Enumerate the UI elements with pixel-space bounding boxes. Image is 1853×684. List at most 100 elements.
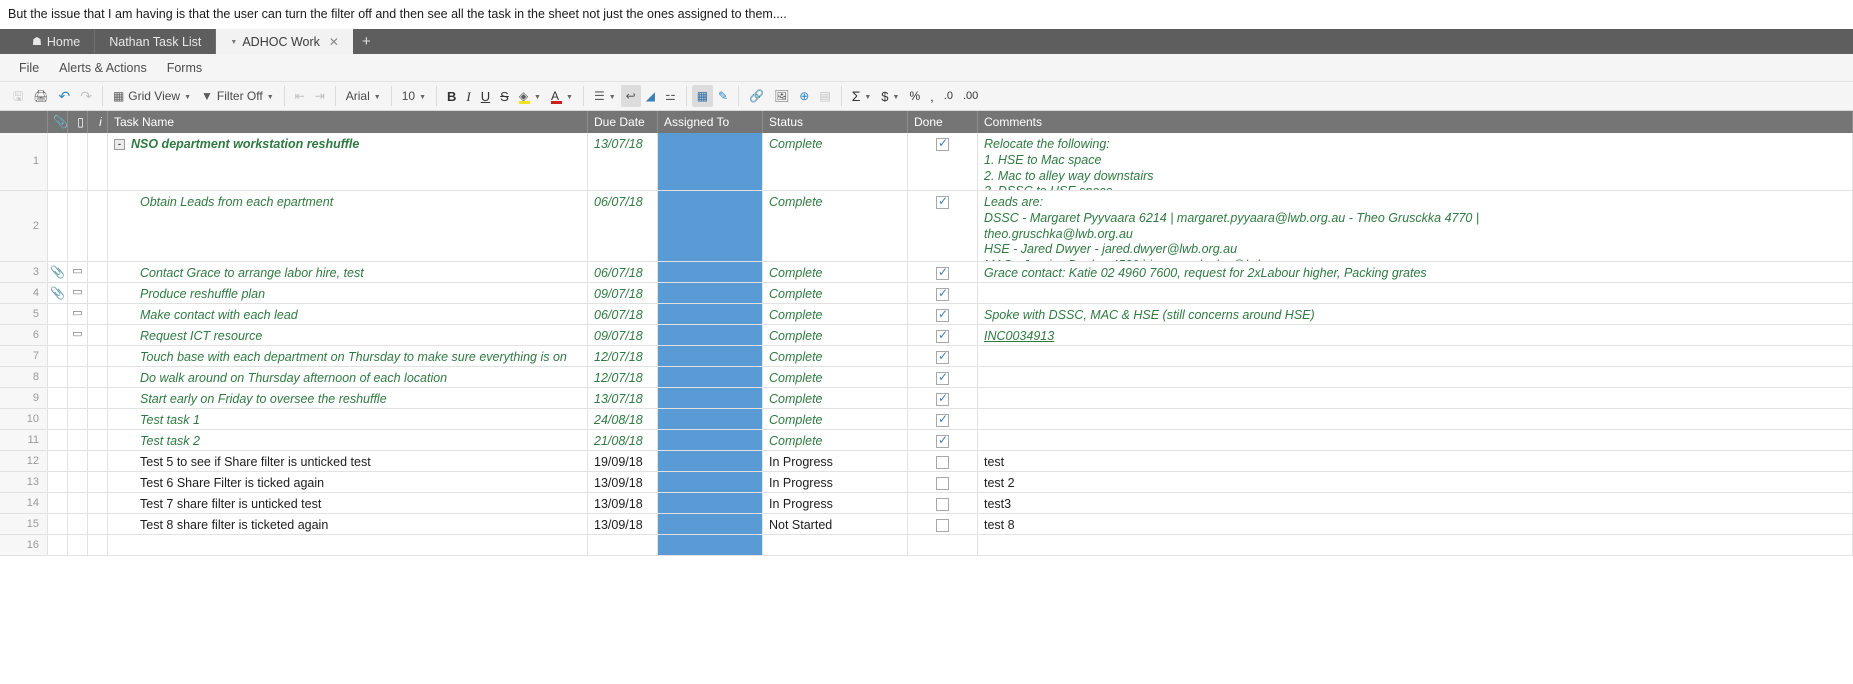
done-cell[interactable] — [908, 304, 978, 325]
row-attachment-cell[interactable]: 📎 — [48, 283, 68, 304]
underline-button[interactable]: U — [476, 85, 495, 107]
tab-home[interactable]: ☗ Home — [20, 29, 96, 55]
due-date-cell[interactable]: 13/09/18 — [588, 514, 658, 535]
assigned-to-cell[interactable] — [658, 409, 763, 430]
row-attachment-cell[interactable] — [48, 133, 68, 191]
comments-cell[interactable]: Spoke with DSSC, MAC & HSE (still concer… — [978, 304, 1853, 325]
align-dropdown[interactable]: ☰ ▼ — [589, 85, 621, 107]
row-info-cell[interactable] — [88, 493, 108, 514]
clear-format-button[interactable]: ◢ — [641, 85, 660, 107]
task-name-cell[interactable]: Do walk around on Thursday afternoon of … — [108, 367, 588, 388]
done-cell[interactable] — [908, 409, 978, 430]
highlighter-button[interactable]: ✎ — [713, 85, 733, 107]
due-date-cell[interactable]: 19/09/18 — [588, 451, 658, 472]
done-checkbox[interactable] — [936, 519, 949, 533]
done-cell[interactable] — [908, 346, 978, 367]
task-name-cell[interactable]: Test 8 share filter is ticketed again — [108, 514, 588, 535]
collapse-toggle-icon[interactable]: - — [114, 139, 125, 151]
row-number[interactable]: 7 — [0, 346, 48, 367]
font-size-dropdown[interactable]: 10 ▼ — [397, 85, 431, 107]
done-checkbox[interactable] — [936, 194, 949, 210]
task-name-cell[interactable]: Test 5 to see if Share filter is unticke… — [108, 451, 588, 472]
status-cell[interactable]: Complete — [763, 388, 908, 409]
row-attachment-cell[interactable] — [48, 304, 68, 325]
done-cell[interactable] — [908, 191, 978, 262]
currency-dropdown[interactable]: $ ▼ — [876, 85, 904, 107]
comments-cell[interactable]: test — [978, 451, 1853, 472]
indent-button[interactable]: ⇥ — [310, 85, 330, 107]
close-icon[interactable]: ✕ — [329, 35, 339, 49]
increase-decimal-button[interactable]: .00 — [958, 85, 983, 107]
add-tab-button[interactable]: + — [353, 29, 380, 54]
row-info-cell[interactable] — [88, 262, 108, 283]
done-checkbox[interactable] — [936, 477, 949, 491]
strikethrough-button[interactable]: S — [495, 85, 514, 107]
row-number[interactable]: 15 — [0, 514, 48, 535]
comments-cell[interactable] — [978, 535, 1853, 556]
comments-cell[interactable] — [978, 283, 1853, 304]
row-comment-cell[interactable]: ▭ — [68, 262, 88, 283]
done-cell[interactable] — [908, 472, 978, 493]
row-attachment-cell[interactable] — [48, 325, 68, 346]
task-name-cell[interactable]: Test 6 Share Filter is ticked again — [108, 472, 588, 493]
row-attachment-cell[interactable] — [48, 451, 68, 472]
table-row[interactable]: 12 Test 5 to see if Share filter is untic… — [0, 451, 1853, 473]
menu-item-forms[interactable]: Forms — [158, 57, 211, 79]
row-comment-cell[interactable] — [68, 133, 88, 191]
filter-dropdown[interactable]: ▼ Filter Off ▼ — [196, 85, 279, 107]
row-comment-cell[interactable] — [68, 451, 88, 472]
column-header-assigned-to[interactable]: Assigned To — [658, 111, 763, 134]
row-info-cell[interactable] — [88, 451, 108, 472]
assigned-to-cell[interactable] — [658, 535, 763, 556]
task-name-cell[interactable]: Contact Grace to arrange labor hire, tes… — [108, 262, 588, 283]
column-header-task-name[interactable]: Task Name — [108, 111, 588, 134]
row-attachment-cell[interactable] — [48, 191, 68, 262]
due-date-cell[interactable]: 12/07/18 — [588, 367, 658, 388]
outdent-button[interactable]: ⇤ — [290, 85, 310, 107]
table-row[interactable]: 13 Test 6 Share Filter is ticked again 13/… — [0, 472, 1853, 494]
task-name-cell[interactable]: Produce reshuffle plan — [108, 283, 588, 304]
row-number[interactable]: 5 — [0, 304, 48, 325]
done-checkbox[interactable] — [936, 307, 949, 323]
due-date-cell[interactable]: 06/07/18 — [588, 262, 658, 283]
row-attachment-cell[interactable] — [48, 346, 68, 367]
font-color-button[interactable]: A ▼ — [546, 85, 578, 107]
table-row[interactable]: 15 Test 8 share filter is ticketed again 1… — [0, 514, 1853, 536]
column-header-done[interactable]: Done — [908, 111, 978, 134]
table-row[interactable]: 4 📎 ▭ Produce reshuffle plan 09/07/18 Complet… — [0, 283, 1853, 305]
due-date-cell[interactable]: 12/07/18 — [588, 346, 658, 367]
task-name-cell[interactable]: - NSO department workstation reshuffle — [108, 133, 588, 191]
comments-cell[interactable] — [978, 409, 1853, 430]
row-attachment-cell[interactable] — [48, 514, 68, 535]
wrap-text-button[interactable]: ↩ — [620, 85, 641, 108]
table-row[interactable]: 14 Test 7 share filter is unticked test 13… — [0, 493, 1853, 515]
table-row[interactable]: 7 Touch base with each department on Thur… — [0, 346, 1853, 368]
row-attachment-cell[interactable] — [48, 430, 68, 451]
done-cell[interactable] — [908, 283, 978, 304]
done-cell[interactable] — [908, 325, 978, 346]
task-name-cell[interactable]: Test task 2 — [108, 430, 588, 451]
comments-cell[interactable]: Relocate the following: 1. HSE to Mac spa… — [978, 133, 1853, 191]
row-number[interactable]: 11 — [0, 430, 48, 451]
done-checkbox[interactable] — [936, 349, 949, 365]
table-row[interactable]: 10 Test task 1 24/08/18 Complete — [0, 409, 1853, 431]
row-comment-cell[interactable] — [68, 191, 88, 262]
row-comment-cell[interactable] — [68, 367, 88, 388]
row-comment-cell[interactable] — [68, 346, 88, 367]
table-row[interactable]: 16 — [0, 535, 1853, 557]
due-date-cell[interactable]: 09/07/18 — [588, 283, 658, 304]
done-cell[interactable] — [908, 514, 978, 535]
menu-item-file[interactable]: File — [10, 57, 48, 79]
done-checkbox[interactable] — [936, 498, 949, 512]
assigned-to-cell[interactable] — [658, 191, 763, 262]
status-cell[interactable]: In Progress — [763, 451, 908, 472]
comment-link[interactable]: INC0034913 — [984, 329, 1846, 345]
redo-button[interactable]: ↷ — [75, 85, 97, 107]
done-cell[interactable] — [908, 535, 978, 556]
row-number[interactable]: 2 — [0, 191, 48, 262]
row-info-cell[interactable] — [88, 430, 108, 451]
row-comment-cell[interactable] — [68, 535, 88, 556]
row-info-cell[interactable] — [88, 191, 108, 262]
table-row[interactable]: 3 📎 ▭ Contact Grace to arrange labor hire, … — [0, 262, 1853, 284]
row-number[interactable]: 6 — [0, 325, 48, 346]
